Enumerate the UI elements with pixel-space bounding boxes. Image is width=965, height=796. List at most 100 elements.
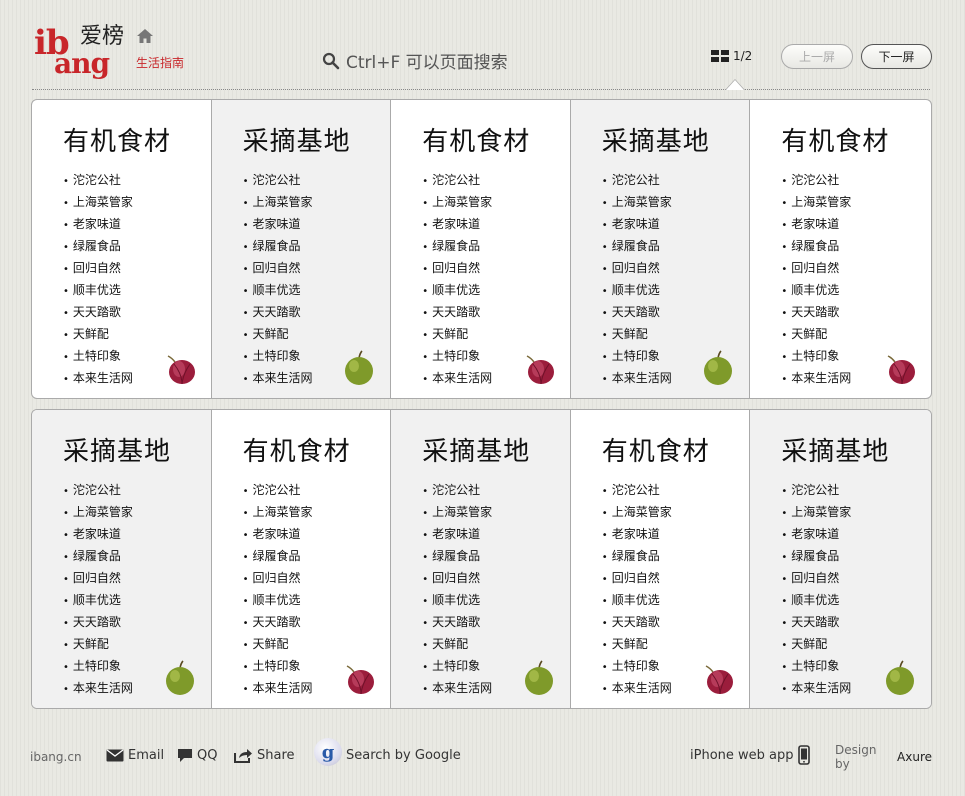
list-item[interactable]: 上海菜管家: [243, 192, 391, 214]
list-item[interactable]: 绿履食品: [602, 236, 750, 258]
card-title[interactable]: 有机食材: [63, 126, 211, 158]
site-logo[interactable]: ib ang 爱榜 生活指南: [34, 22, 194, 82]
list-item[interactable]: 沱沱公社: [781, 480, 931, 502]
list-item[interactable]: 回归自然: [602, 258, 750, 280]
prev-screen-button[interactable]: 上一屏: [781, 44, 853, 69]
google-search-link[interactable]: g Search by Google: [314, 738, 461, 766]
qq-link[interactable]: QQ: [177, 744, 217, 766]
list-item[interactable]: 顺丰优选: [243, 590, 391, 612]
list-item[interactable]: 沱沱公社: [781, 170, 931, 192]
list-item[interactable]: 天鲜配: [781, 324, 931, 346]
list-item[interactable]: 上海菜管家: [781, 192, 931, 214]
list-item[interactable]: 老家味道: [422, 524, 570, 546]
list-item[interactable]: 回归自然: [422, 258, 570, 280]
card-title[interactable]: 有机食材: [243, 436, 391, 468]
card-title[interactable]: 有机食材: [602, 436, 750, 468]
list-item[interactable]: 回归自然: [243, 568, 391, 590]
list-item[interactable]: 回归自然: [63, 568, 211, 590]
list-item[interactable]: 天天踏歌: [422, 302, 570, 324]
card-title[interactable]: 有机食材: [781, 126, 931, 158]
next-screen-button[interactable]: 下一屏: [861, 44, 932, 69]
list-item[interactable]: 沱沱公社: [602, 170, 750, 192]
list-item[interactable]: 顺丰优选: [63, 590, 211, 612]
list-item[interactable]: 上海菜管家: [602, 502, 750, 524]
list-item[interactable]: 沱沱公社: [243, 170, 391, 192]
list-item[interactable]: 顺丰优选: [243, 280, 391, 302]
list-item[interactable]: 回归自然: [243, 258, 391, 280]
list-item[interactable]: 老家味道: [243, 214, 391, 236]
list-item[interactable]: 绿履食品: [781, 546, 931, 568]
list-item[interactable]: 沱沱公社: [63, 480, 211, 502]
list-item[interactable]: 绿履食品: [422, 236, 570, 258]
list-item[interactable]: 上海菜管家: [243, 502, 391, 524]
card-title[interactable]: 采摘基地: [602, 126, 750, 158]
iphone-app-link[interactable]: iPhone web app: [690, 744, 810, 766]
list-item[interactable]: 绿履食品: [63, 546, 211, 568]
list-item[interactable]: 顺丰优选: [781, 590, 931, 612]
logo-subtitle[interactable]: 生活指南: [136, 54, 184, 71]
list-item[interactable]: 回归自然: [422, 568, 570, 590]
list-item[interactable]: 天天踏歌: [422, 612, 570, 634]
list-item[interactable]: 上海菜管家: [63, 192, 211, 214]
list-item[interactable]: 沱沱公社: [243, 480, 391, 502]
list-item[interactable]: 老家味道: [602, 214, 750, 236]
list-item[interactable]: 沱沱公社: [63, 170, 211, 192]
list-item[interactable]: 绿履食品: [602, 546, 750, 568]
list-item[interactable]: 天天踏歌: [243, 302, 391, 324]
card-title[interactable]: 采摘基地: [781, 436, 931, 468]
list-item[interactable]: 顺丰优选: [602, 280, 750, 302]
list-item[interactable]: 顺丰优选: [422, 280, 570, 302]
list-item[interactable]: 上海菜管家: [602, 192, 750, 214]
list-item[interactable]: 天鲜配: [602, 634, 750, 656]
card-title[interactable]: 有机食材: [422, 126, 570, 158]
list-item[interactable]: 天天踏歌: [781, 302, 931, 324]
list-item[interactable]: 老家味道: [781, 524, 931, 546]
page-indicator[interactable]: 1/2: [711, 49, 752, 63]
list-item[interactable]: 天天踏歌: [63, 302, 211, 324]
card-title[interactable]: 采摘基地: [63, 436, 211, 468]
list-item[interactable]: 沱沱公社: [422, 170, 570, 192]
list-item[interactable]: 老家味道: [422, 214, 570, 236]
list-item[interactable]: 老家味道: [63, 214, 211, 236]
share-link[interactable]: Share: [233, 744, 295, 766]
home-icon[interactable]: [136, 28, 154, 44]
design-credit[interactable]: Design by Axure: [835, 743, 932, 771]
card-title[interactable]: 采摘基地: [243, 126, 391, 158]
list-item[interactable]: 绿履食品: [781, 236, 931, 258]
list-item[interactable]: 老家味道: [243, 524, 391, 546]
list-item[interactable]: 上海菜管家: [422, 502, 570, 524]
list-item[interactable]: 天天踏歌: [602, 302, 750, 324]
list-item[interactable]: 沱沱公社: [602, 480, 750, 502]
list-item[interactable]: 绿履食品: [243, 236, 391, 258]
list-item[interactable]: 天鲜配: [781, 634, 931, 656]
list-item[interactable]: 顺丰优选: [602, 590, 750, 612]
list-item[interactable]: 回归自然: [781, 568, 931, 590]
list-item[interactable]: 上海菜管家: [63, 502, 211, 524]
list-item[interactable]: 上海菜管家: [781, 502, 931, 524]
list-item[interactable]: 绿履食品: [422, 546, 570, 568]
list-item[interactable]: 天鲜配: [243, 324, 391, 346]
list-item[interactable]: 顺丰优选: [422, 590, 570, 612]
card-title[interactable]: 采摘基地: [422, 436, 570, 468]
list-item[interactable]: 天天踏歌: [602, 612, 750, 634]
list-item[interactable]: 绿履食品: [63, 236, 211, 258]
list-item[interactable]: 老家味道: [63, 524, 211, 546]
list-item[interactable]: 老家味道: [602, 524, 750, 546]
list-item[interactable]: 天鲜配: [63, 324, 211, 346]
list-item[interactable]: 天鲜配: [243, 634, 391, 656]
list-item[interactable]: 老家味道: [781, 214, 931, 236]
email-link[interactable]: Email: [106, 744, 164, 766]
list-item[interactable]: 天天踏歌: [63, 612, 211, 634]
list-item[interactable]: 回归自然: [63, 258, 211, 280]
footer-site-link[interactable]: ibang.cn: [30, 746, 82, 768]
list-item[interactable]: 沱沱公社: [422, 480, 570, 502]
list-item[interactable]: 天鲜配: [63, 634, 211, 656]
list-item[interactable]: 天天踏歌: [243, 612, 391, 634]
list-item[interactable]: 顺丰优选: [63, 280, 211, 302]
list-item[interactable]: 天鲜配: [422, 634, 570, 656]
list-item[interactable]: 上海菜管家: [422, 192, 570, 214]
list-item[interactable]: 顺丰优选: [781, 280, 931, 302]
list-item[interactable]: 绿履食品: [243, 546, 391, 568]
list-item[interactable]: 回归自然: [602, 568, 750, 590]
list-item[interactable]: 天鲜配: [602, 324, 750, 346]
